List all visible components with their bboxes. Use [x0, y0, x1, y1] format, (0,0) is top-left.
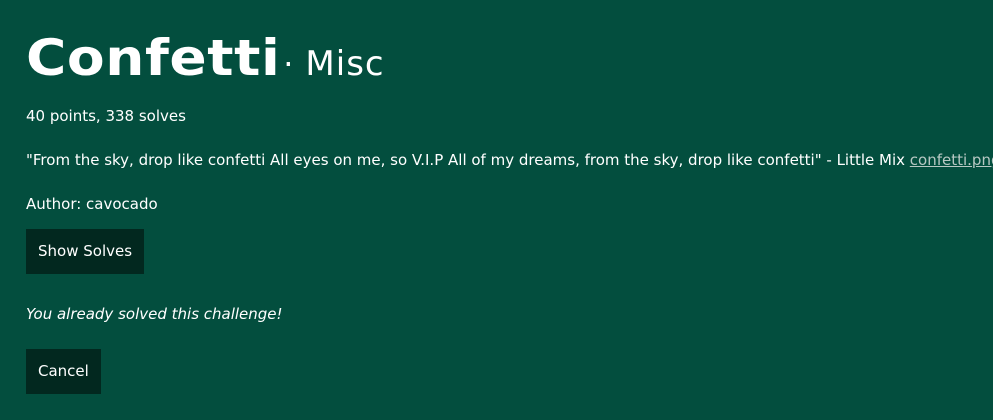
challenge-header: Confetti · Misc [26, 30, 967, 92]
challenge-panel: Confetti · Misc 40 points, 338 solves "F… [0, 0, 993, 420]
title-separator: · [283, 45, 294, 83]
challenge-description: "From the sky, drop like confetti All ey… [26, 151, 906, 169]
solved-message: You already solved this challenge! [26, 305, 283, 323]
challenge-description-line: "From the sky, drop like confetti All ey… [26, 150, 993, 170]
challenge-category: Misc [305, 44, 385, 84]
challenge-stats: 40 points, 338 solves [26, 107, 186, 125]
cancel-button[interactable]: Cancel [26, 349, 101, 394]
attachment-link[interactable]: confetti.png [910, 151, 993, 169]
challenge-title: Confetti [26, 29, 281, 87]
challenge-author: Author: cavocado [26, 195, 158, 213]
show-solves-button[interactable]: Show Solves [26, 229, 145, 274]
